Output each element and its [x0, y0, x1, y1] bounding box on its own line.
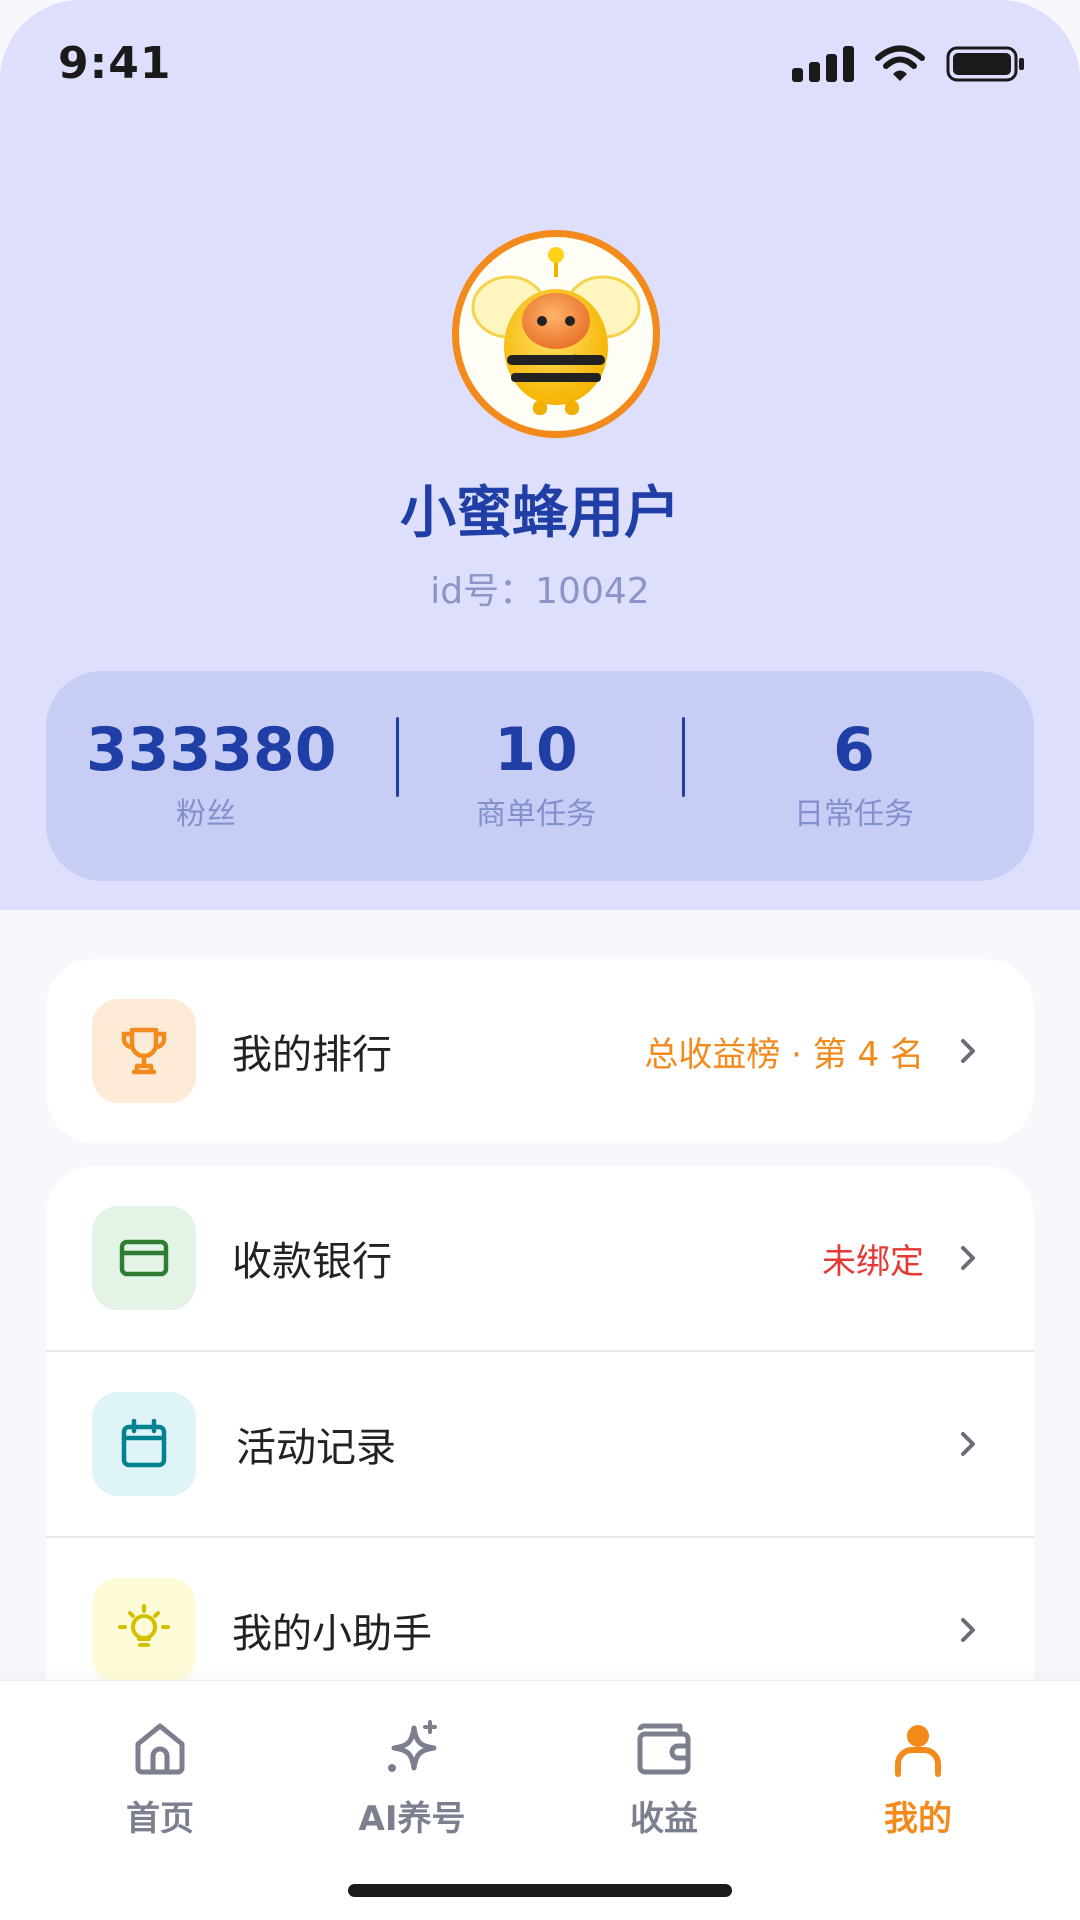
trophy-icon-box [92, 999, 196, 1103]
stat-followers[interactable]: 333380 粉丝 [86, 715, 337, 833]
avatar[interactable] [452, 230, 660, 438]
bank-status: 未绑定 [822, 1241, 924, 1282]
battery-icon [946, 46, 1024, 82]
menu-label: 活动记录 [236, 1425, 396, 1471]
tab-earnings[interactable]: 收益 [574, 1713, 754, 1840]
stat-value: 6 [833, 715, 875, 785]
tab-label: 首页 [126, 1799, 194, 1839]
home-indicator[interactable] [348, 1884, 732, 1897]
menu-label: 我的小助手 [232, 1611, 432, 1657]
stat-value: 333380 [86, 715, 337, 785]
tab-profile[interactable]: 我的 [828, 1713, 1008, 1840]
menu-item-ranking[interactable]: 我的排行 总收益榜 · 第 4 名 [46, 959, 1034, 1143]
cellular-signal-icon [792, 46, 854, 82]
menu-label: 收款银行 [232, 1239, 392, 1285]
stats-panel: 333380 粉丝 10 商单任务 6 日常任务 [46, 671, 1034, 881]
stat-label: 商单任务 [476, 797, 596, 832]
stat-business-tasks[interactable]: 10 商单任务 [416, 715, 656, 833]
menu-card: 收款银行 未绑定 活动记录 我的小助手 [46, 1166, 1034, 1726]
menu-item-activity[interactable]: 活动记录 [46, 1352, 1034, 1536]
tab-label: 收益 [630, 1799, 698, 1839]
chevron-right-icon [961, 1039, 975, 1063]
stat-divider [396, 717, 399, 797]
status-icons [792, 44, 1026, 84]
tab-ai[interactable]: AI养号 [322, 1713, 502, 1840]
trophy-icon [121, 1027, 167, 1075]
bee-mascot-icon [471, 247, 641, 415]
lightbulb-icon-box [92, 1578, 196, 1682]
stat-value: 10 [494, 715, 578, 785]
status-time: 9:41 [58, 38, 172, 89]
stat-daily-tasks[interactable]: 6 日常任务 [734, 715, 974, 833]
ranking-card: 我的排行 总收益榜 · 第 4 名 [46, 959, 1034, 1143]
calendar-icon [121, 1418, 167, 1468]
person-icon [895, 1725, 941, 1777]
tab-label: 我的 [884, 1799, 952, 1839]
credit-card-icon [119, 1239, 169, 1277]
lightbulb-icon [118, 1604, 170, 1647]
profile-screen: 9:41 小蜜蜂用户 id号：10042 333380 粉丝 10 商单任务 6… [0, 0, 1080, 1920]
tab-label: AI养号 [358, 1799, 466, 1839]
chevron-right-icon [961, 1432, 975, 1456]
card-icon-box [92, 1206, 196, 1310]
home-icon [135, 1723, 185, 1775]
user-id: id号：10042 [430, 571, 650, 612]
chevron-right-icon [961, 1246, 975, 1270]
wallet-icon [637, 1723, 691, 1775]
sparkle-icon [388, 1720, 437, 1772]
menu-label: 我的排行 [232, 1032, 392, 1078]
username: 小蜜蜂用户 [400, 481, 680, 546]
wifi-icon [875, 45, 925, 81]
stat-label: 日常任务 [794, 797, 914, 832]
tab-home[interactable]: 首页 [70, 1713, 250, 1840]
calendar-icon-box [92, 1392, 196, 1496]
stat-label: 粉丝 [176, 797, 236, 832]
menu-item-bank[interactable]: 收款银行 未绑定 [46, 1166, 1034, 1350]
chevron-right-icon [961, 1618, 975, 1642]
stat-divider [682, 717, 685, 797]
ranking-value: 总收益榜 · 第 4 名 [644, 1034, 924, 1075]
